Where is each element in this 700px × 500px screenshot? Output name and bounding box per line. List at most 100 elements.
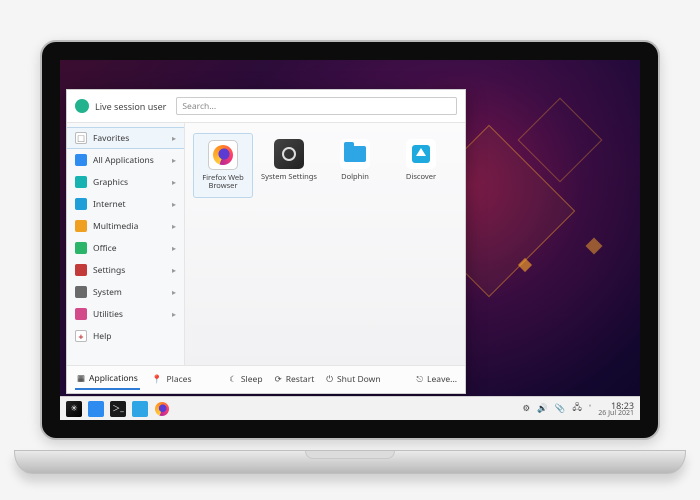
sleep-button[interactable]: ☾ Sleep [229, 374, 262, 385]
restart-icon: ⟳ [275, 374, 282, 385]
favorites-pane: Firefox Web Browser System Settings Dolp… [185, 123, 465, 365]
chevron-right-icon: ▸ [172, 243, 176, 254]
sidebar-item-utilities[interactable]: Utilities ▸ [67, 303, 184, 325]
sidebar-item-label: Graphics [93, 177, 128, 188]
action-label: Sleep [241, 374, 263, 385]
apps-grid-icon [75, 154, 87, 166]
leave-icon: ⎋ [416, 374, 423, 385]
app-dolphin[interactable]: Dolphin [325, 133, 385, 198]
sidebar-item-system[interactable]: System ▸ [67, 281, 184, 303]
laptop-notch [305, 451, 395, 459]
utilities-icon [75, 308, 87, 320]
leave-button[interactable]: ⎋ Leave... [416, 374, 457, 385]
app-label: System Settings [261, 173, 317, 181]
system-tray: ⚙ 🔊 📎 🖧 ˄ 18:23 26 Jul 2021 [523, 401, 634, 417]
app-discover[interactable]: Discover [391, 133, 451, 198]
chevron-right-icon: ▸ [172, 199, 176, 210]
dolphin-icon [340, 139, 370, 169]
power-icon: ⏻ [326, 374, 333, 385]
app-system-settings[interactable]: System Settings [259, 133, 319, 198]
action-label: Leave... [427, 374, 457, 385]
apps-tab-icon: ▦ [77, 373, 85, 384]
sidebar-item-label: Favorites [93, 133, 129, 144]
session-user-label: Live session user [95, 100, 170, 113]
category-sidebar: ☐ Favorites ▸ All Applications ▸ Graphic… [67, 123, 185, 365]
tab-applications[interactable]: ▦ Applications [75, 369, 140, 390]
sidebar-item-favorites[interactable]: ☐ Favorites ▸ [67, 127, 184, 149]
app-label: Firefox Web Browser [196, 174, 250, 191]
search-input[interactable]: Search... [176, 97, 457, 115]
tray-clipboard-icon[interactable]: 📎 [555, 403, 566, 414]
tray-network-icon[interactable]: 🖧 [572, 402, 581, 416]
action-label: Restart [286, 374, 315, 385]
bookmark-icon: ☐ [75, 132, 87, 144]
search-placeholder: Search... [182, 101, 216, 112]
screen-bezel: Live session user Search... ☐ Favorites … [40, 40, 660, 440]
chevron-right-icon: ▸ [172, 265, 176, 276]
favorites-grid: Firefox Web Browser System Settings Dolp… [193, 133, 457, 198]
monitor-screen: Live session user Search... ☐ Favorites … [60, 60, 640, 420]
sidebar-item-label: Office [93, 243, 117, 254]
pinned-files-icon[interactable] [132, 401, 148, 417]
sidebar-item-label: System [93, 287, 122, 298]
panel-clock[interactable]: 18:23 26 Jul 2021 [598, 401, 634, 417]
sidebar-item-label: Settings [93, 265, 125, 276]
taskbar-panel: ✳ ＞_ ⚙ 🔊 📎 🖧 ˄ 18:23 26 Jul 2021 [60, 396, 640, 420]
user-avatar-icon [75, 99, 89, 113]
sidebar-item-label: Utilities [93, 309, 123, 320]
chevron-right-icon: ▸ [172, 221, 176, 232]
pinned-terminal-icon[interactable]: ＞_ [110, 401, 126, 417]
app-label: Discover [406, 173, 436, 181]
laptop-frame: Live session user Search... ☐ Favorites … [40, 40, 660, 460]
tab-label: Places [166, 374, 191, 385]
sidebar-item-label: Help [93, 331, 112, 342]
internet-icon [75, 198, 87, 210]
sidebar-item-graphics[interactable]: Graphics ▸ [67, 171, 184, 193]
discover-icon [406, 139, 436, 169]
firefox-icon [208, 140, 238, 170]
footer-tabs: ▦ Applications 📍 Places [75, 369, 194, 390]
office-icon [75, 242, 87, 254]
settings-icon [75, 264, 87, 276]
appmenu-body: ☐ Favorites ▸ All Applications ▸ Graphic… [67, 123, 465, 365]
app-firefox[interactable]: Firefox Web Browser [193, 133, 253, 198]
sidebar-item-label: All Applications [93, 155, 154, 166]
tray-updates-icon[interactable]: ⚙ [523, 403, 531, 414]
tray-volume-icon[interactable]: 🔊 [537, 403, 548, 414]
tab-places[interactable]: 📍 Places [150, 369, 194, 390]
system-settings-icon [274, 139, 304, 169]
app-launcher-button[interactable]: ✳ [66, 401, 82, 417]
app-label: Dolphin [341, 173, 369, 181]
tab-label: Applications [89, 373, 138, 384]
restart-button[interactable]: ⟳ Restart [275, 374, 315, 385]
sidebar-item-internet[interactable]: Internet ▸ [67, 193, 184, 215]
clock-date: 26 Jul 2021 [598, 410, 634, 417]
chevron-right-icon: ▸ [172, 133, 176, 144]
multimedia-icon [75, 220, 87, 232]
tray-chevron-icon[interactable]: ˄ [589, 403, 591, 414]
pinned-dashboard-icon[interactable] [88, 401, 104, 417]
chevron-right-icon: ▸ [172, 309, 176, 320]
sidebar-item-all-applications[interactable]: All Applications ▸ [67, 149, 184, 171]
sidebar-item-office[interactable]: Office ▸ [67, 237, 184, 259]
sidebar-item-label: Internet [93, 199, 126, 210]
sleep-icon: ☾ [229, 374, 237, 385]
appmenu-footer: ▦ Applications 📍 Places ☾ Sleep [67, 365, 465, 393]
action-label: Shut Down [337, 374, 381, 385]
system-icon [75, 286, 87, 298]
graphics-icon [75, 176, 87, 188]
sidebar-item-help[interactable]: + Help [67, 325, 184, 347]
appmenu-header: Live session user Search... [67, 90, 465, 123]
sidebar-item-multimedia[interactable]: Multimedia ▸ [67, 215, 184, 237]
chevron-right-icon: ▸ [172, 177, 176, 188]
help-icon: + [75, 330, 87, 342]
sidebar-item-settings[interactable]: Settings ▸ [67, 259, 184, 281]
pinned-apps: ＞_ [88, 401, 170, 417]
application-menu: Live session user Search... ☐ Favorites … [66, 89, 466, 394]
chevron-right-icon: ▸ [172, 287, 176, 298]
laptop-base [14, 450, 686, 474]
shutdown-button[interactable]: ⏻ Shut Down [326, 374, 380, 385]
chevron-right-icon: ▸ [172, 155, 176, 166]
pinned-firefox-icon[interactable] [154, 401, 170, 417]
sidebar-item-label: Multimedia [93, 221, 138, 232]
